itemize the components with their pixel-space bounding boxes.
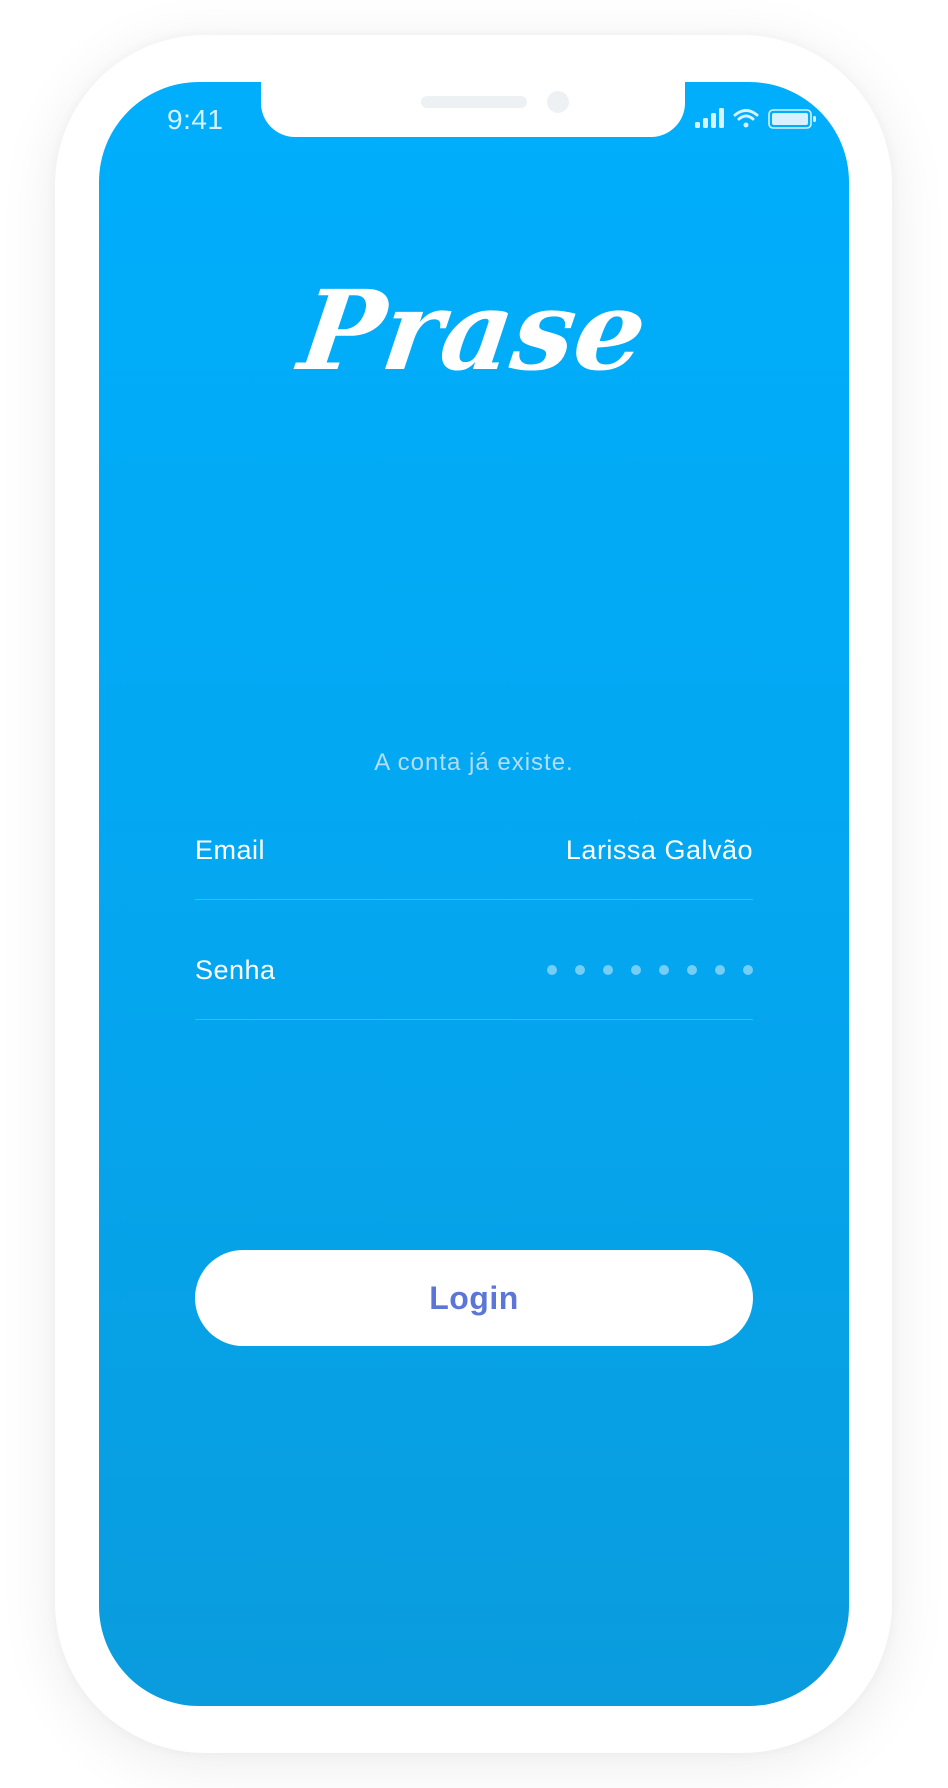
wifi-icon [733, 109, 759, 128]
password-dot [659, 965, 669, 975]
password-dot [715, 965, 725, 975]
status-icons [695, 108, 816, 129]
account-status-message: A conta já existe. [374, 749, 574, 776]
speaker-grille [421, 96, 527, 108]
status-time: 9:41 [167, 104, 224, 135]
password-dot [547, 965, 557, 975]
password-field[interactable]: Senha [195, 927, 753, 1020]
device-notch [261, 82, 685, 137]
password-dot [743, 965, 753, 975]
login-screen: 9:41 Prase A conta já existe. Email Lari… [99, 82, 849, 1706]
mockup-stage: 9:41 Prase A conta já existe. Email Lari… [0, 0, 948, 1788]
email-value: Larissa Galvão [565, 835, 753, 865]
password-dot [631, 965, 641, 975]
app-logo-text: Prase [289, 267, 654, 387]
signal-icon [695, 108, 724, 128]
password-mask [547, 965, 753, 977]
password-dot [603, 965, 613, 975]
front-camera [547, 91, 569, 113]
email-label: Email [195, 835, 266, 865]
battery-icon [768, 109, 816, 129]
app-logo: Prase [289, 267, 654, 387]
password-dot [575, 965, 585, 975]
email-field[interactable]: Email Larissa Galvão [195, 807, 753, 900]
login-button[interactable]: Login [195, 1250, 753, 1346]
password-dot [687, 965, 697, 975]
password-label: Senha [195, 955, 276, 985]
